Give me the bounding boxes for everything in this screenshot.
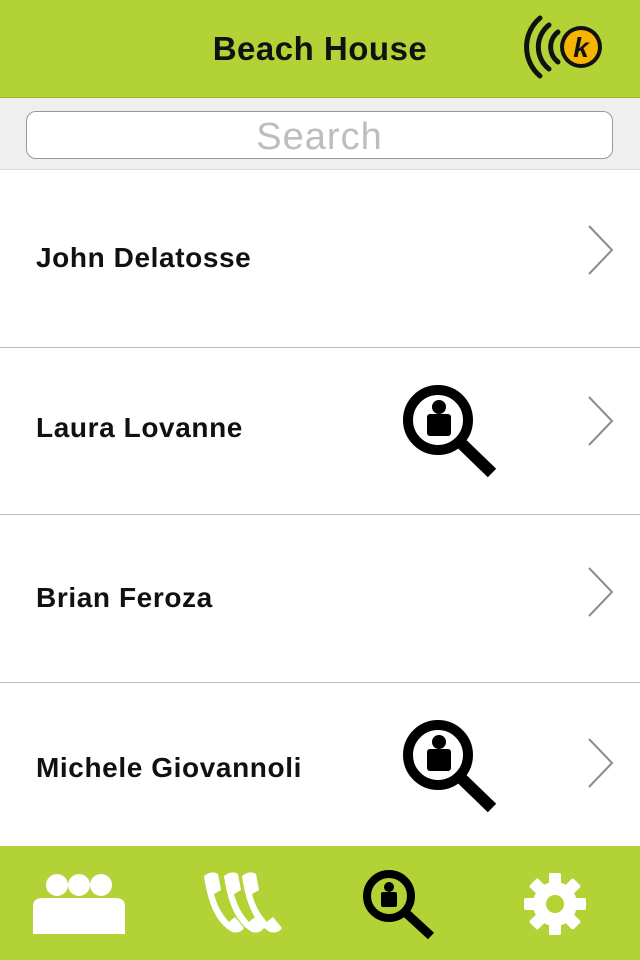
svg-text:k: k xyxy=(573,32,590,63)
contact-row[interactable]: John Delatosse xyxy=(0,170,640,348)
gear-icon xyxy=(524,873,586,935)
contact-name: Laura Lovanne xyxy=(36,412,243,443)
contact-row[interactable]: Brian Feroza xyxy=(0,515,640,683)
chevron-right-icon xyxy=(588,567,614,617)
person-search-icon xyxy=(363,870,435,940)
search-input[interactable]: Search xyxy=(26,111,613,159)
tab-bar xyxy=(0,846,640,960)
person-search-icon[interactable] xyxy=(400,717,500,813)
contact-row[interactable]: Michele Giovannoli xyxy=(0,683,640,846)
tab-contacts[interactable] xyxy=(0,846,160,960)
chevron-right-icon xyxy=(588,225,614,275)
contact-row[interactable]: Laura Lovanne xyxy=(0,348,640,515)
tab-settings[interactable] xyxy=(480,846,640,960)
tab-calls[interactable] xyxy=(160,846,320,960)
contact-name: Brian Feroza xyxy=(36,582,213,613)
header-bar: Beach House k xyxy=(0,0,640,98)
chevron-right-icon xyxy=(588,738,614,788)
tab-search[interactable] xyxy=(320,846,480,960)
phone-icon xyxy=(204,872,282,933)
person-search-icon[interactable] xyxy=(400,382,500,478)
chevron-right-icon xyxy=(588,396,614,446)
wireless-k-logo-icon[interactable]: k xyxy=(518,10,608,84)
search-placeholder: Search xyxy=(256,116,383,158)
search-bar: Search xyxy=(0,98,640,170)
contact-name: John Delatosse xyxy=(36,242,252,273)
group-icon xyxy=(33,874,125,934)
contact-name: Michele Giovannoli xyxy=(36,752,302,783)
